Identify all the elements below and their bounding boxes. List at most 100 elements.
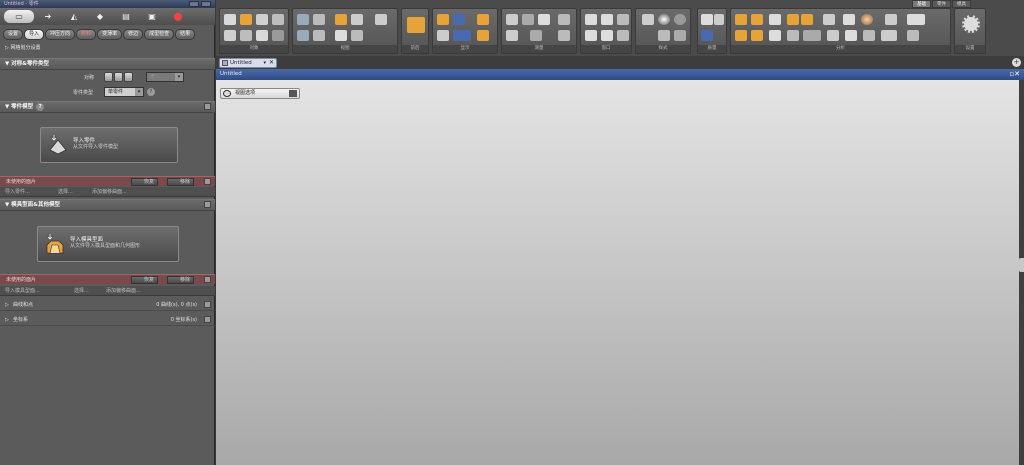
texture-icon[interactable] bbox=[658, 30, 670, 41]
measure-point-icon[interactable] bbox=[538, 14, 550, 25]
help-icon[interactable]: ? bbox=[147, 88, 155, 96]
tool-icon[interactable] bbox=[272, 30, 284, 41]
link-icon[interactable] bbox=[558, 14, 570, 25]
mode-button-6[interactable]: ▣ bbox=[140, 10, 164, 23]
front-view-icon[interactable] bbox=[297, 30, 309, 41]
view-options-button[interactable]: 视图选项 bbox=[220, 88, 300, 99]
select-dropdown[interactable]: 选择... bbox=[74, 286, 89, 296]
symmetry-quarter-button[interactable] bbox=[124, 72, 133, 82]
layer-icon[interactable] bbox=[272, 14, 284, 25]
mode-button-7[interactable]: ⬤ bbox=[166, 10, 190, 23]
tab-material[interactable]: 材料 bbox=[76, 28, 97, 40]
coordinate-systems-row[interactable]: ▷ 坐标系 0 坐标系(s) bbox=[0, 314, 215, 326]
restore-button[interactable]: 恢复 bbox=[131, 276, 159, 284]
part-mode-button[interactable]: ▭ bbox=[4, 10, 34, 23]
curves-row[interactable]: ▷ 曲线和点 0 曲线(s), 0 点(s) bbox=[0, 299, 215, 311]
single-window-icon[interactable] bbox=[585, 14, 597, 25]
top-view-icon[interactable] bbox=[313, 30, 325, 41]
part-type-section-header[interactable]: ▼ 对称&零件类型 bbox=[0, 58, 215, 70]
zoom-icon[interactable] bbox=[313, 14, 325, 25]
chain-icon[interactable] bbox=[558, 30, 570, 41]
vertical-window-icon[interactable] bbox=[601, 30, 613, 41]
close-window-icon[interactable] bbox=[201, 1, 211, 7]
binder-icon[interactable] bbox=[240, 30, 252, 41]
sheet-icon[interactable] bbox=[256, 14, 268, 25]
sparkle-icon[interactable] bbox=[881, 30, 897, 41]
tab-import[interactable]: 导入 bbox=[24, 28, 45, 40]
part-type-select[interactable]: 单零件 ▾ bbox=[104, 87, 144, 97]
curves-checkbox[interactable] bbox=[204, 301, 211, 308]
front-back-icon[interactable] bbox=[407, 17, 425, 33]
mode-button-3[interactable]: ◭ bbox=[62, 10, 86, 23]
curve-icon[interactable] bbox=[787, 14, 799, 25]
diamond-icon[interactable] bbox=[769, 14, 781, 25]
import-die-face-dropdown[interactable]: 导入模具型面... bbox=[5, 286, 40, 296]
axis-icon[interactable] bbox=[801, 14, 813, 25]
oval-icon[interactable] bbox=[827, 30, 839, 41]
ball-icon[interactable] bbox=[861, 14, 873, 25]
dots-icon[interactable] bbox=[907, 30, 919, 41]
gear-icon[interactable] bbox=[962, 15, 980, 33]
pan-icon[interactable] bbox=[351, 14, 363, 25]
material-icon[interactable] bbox=[674, 30, 686, 41]
line-icon[interactable] bbox=[803, 30, 821, 41]
unused-faces-checkbox[interactable] bbox=[204, 276, 211, 283]
clip-icon[interactable] bbox=[530, 30, 542, 41]
3d-viewport[interactable]: 视图选项 bbox=[216, 80, 1019, 465]
dots-icon[interactable] bbox=[642, 14, 654, 25]
add-offset-dropdown[interactable]: 添加偏移曲面... bbox=[92, 187, 127, 197]
chevron-down-icon[interactable]: ▾ bbox=[263, 59, 266, 67]
analysis-grid-icon[interactable] bbox=[735, 30, 747, 41]
fit-icon[interactable] bbox=[335, 14, 347, 25]
unused-faces-checkbox[interactable] bbox=[204, 178, 211, 185]
tab-trim[interactable]: 修边 bbox=[123, 28, 144, 40]
import-part-dropdown[interactable]: 导入零件... bbox=[5, 187, 30, 197]
ribbon-tab-basic[interactable]: 基础 bbox=[912, 0, 931, 8]
iso-view-icon[interactable] bbox=[335, 30, 347, 41]
shade-icon[interactable] bbox=[453, 14, 465, 25]
symmetry-none-button[interactable] bbox=[104, 72, 113, 82]
viewport-close-icon[interactable]: ▫✕ bbox=[1009, 69, 1020, 80]
part-model-checkbox[interactable] bbox=[204, 103, 211, 110]
tab-settings[interactable]: 设置 bbox=[3, 28, 24, 40]
collapse-handle[interactable] bbox=[1019, 258, 1024, 272]
measure-angle-icon[interactable] bbox=[522, 14, 534, 25]
mesh-settings-row[interactable]: ▷ 网格划分设置 bbox=[0, 43, 215, 53]
flag-icon[interactable] bbox=[907, 14, 925, 25]
restore-button[interactable]: 恢复 bbox=[131, 178, 159, 186]
mode-button-2[interactable]: ➔ bbox=[36, 10, 60, 23]
side-view-icon[interactable] bbox=[351, 30, 363, 41]
import-part-button[interactable]: 导入零件 从文件导入零件模型 bbox=[40, 127, 178, 163]
edge-icon[interactable] bbox=[437, 30, 449, 41]
globe-icon[interactable] bbox=[674, 14, 686, 25]
cascade-window-icon[interactable] bbox=[617, 30, 629, 41]
thermometer-icon[interactable] bbox=[885, 14, 897, 25]
analysis-surface-icon[interactable] bbox=[751, 30, 763, 41]
die-face-checkbox[interactable] bbox=[204, 201, 211, 208]
remove-button[interactable]: 移除 bbox=[167, 178, 195, 186]
add-tab-icon[interactable]: + bbox=[1012, 58, 1021, 67]
light-icon[interactable] bbox=[477, 14, 489, 25]
document-tab[interactable]: Untitled ▾ ✕ bbox=[219, 58, 277, 68]
symmetry-half-button[interactable] bbox=[114, 72, 123, 82]
tab-formability[interactable]: 成型检查 bbox=[144, 28, 175, 40]
split-window-icon[interactable] bbox=[601, 14, 613, 25]
section-icon[interactable] bbox=[506, 30, 518, 41]
select-dropdown[interactable]: 选择... bbox=[58, 187, 73, 197]
display-icon[interactable] bbox=[437, 14, 449, 25]
close-icon[interactable]: ✕ bbox=[269, 59, 274, 67]
quality-icon[interactable] bbox=[701, 30, 713, 41]
sweep-icon[interactable] bbox=[845, 30, 857, 41]
measure-distance-icon[interactable] bbox=[506, 14, 518, 25]
symmetry-select[interactable]: 无 ▾ bbox=[146, 72, 184, 82]
page-icon[interactable] bbox=[714, 14, 724, 25]
view-icon[interactable] bbox=[297, 14, 309, 25]
add-offset-dropdown[interactable]: 添加偏移曲面... bbox=[106, 286, 141, 296]
die-face-section-header[interactable]: ▼ 模具型面&其他模型 bbox=[0, 199, 215, 211]
help-icon[interactable]: ? bbox=[36, 102, 45, 111]
tab-results[interactable]: 结果 bbox=[175, 28, 196, 40]
object-icon[interactable] bbox=[224, 14, 236, 25]
punch-icon[interactable] bbox=[256, 30, 268, 41]
wave-icon[interactable] bbox=[863, 30, 875, 41]
die-icon[interactable] bbox=[240, 14, 252, 25]
